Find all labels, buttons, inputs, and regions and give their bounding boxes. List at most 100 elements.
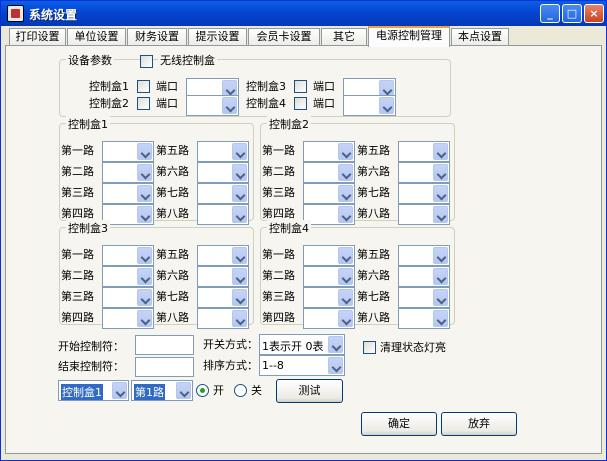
title-bar[interactable]: 系统设置 _ □ ×	[1, 1, 606, 26]
channel-select[interactable]	[102, 245, 154, 266]
tab-power-control[interactable]: 电源控制管理	[368, 26, 450, 47]
minimize-button[interactable]: _	[540, 4, 560, 23]
channel-label: 第四路	[61, 311, 94, 324]
chevron-down-icon	[328, 357, 343, 374]
channel-select[interactable]	[197, 287, 249, 308]
channel-label: 第五路	[156, 144, 189, 157]
channel-label: 第八路	[156, 207, 189, 220]
test-box-select[interactable]: 控制盒1	[58, 380, 129, 401]
on-radio[interactable]	[196, 384, 209, 397]
port-label: 端口	[156, 97, 178, 110]
channel-select[interactable]	[197, 308, 249, 329]
channel-label: 第三路	[61, 186, 94, 199]
chevron-down-icon	[328, 336, 343, 353]
channel-label: 第一路	[262, 144, 295, 157]
start-code-input[interactable]	[135, 335, 194, 355]
channel-select[interactable]	[197, 204, 249, 225]
device-box-checkbox[interactable]	[294, 80, 307, 93]
channel-label: 第三路	[262, 290, 295, 303]
chevron-down-icon	[433, 206, 448, 223]
channel-label: 第二路	[61, 165, 94, 178]
switch-mode-label: 开关方式：	[203, 338, 258, 351]
off-label: 关	[251, 384, 262, 397]
device-box-checkbox[interactable]	[137, 97, 150, 110]
channel-select[interactable]	[102, 287, 154, 308]
cancel-button[interactable]: 放弃	[441, 412, 517, 436]
tab-local[interactable]: 本点设置	[451, 28, 509, 46]
channel-select[interactable]	[398, 287, 450, 308]
channel-label: 第四路	[262, 311, 295, 324]
chevron-down-icon	[433, 310, 448, 327]
tab-finance[interactable]: 财务设置	[127, 28, 187, 46]
tab-unit[interactable]: 单位设置	[67, 28, 126, 46]
chevron-down-icon	[433, 268, 448, 285]
channel-select[interactable]	[197, 141, 249, 162]
chevron-down-icon	[338, 268, 353, 285]
chevron-down-icon	[433, 289, 448, 306]
channel-select[interactable]	[398, 204, 450, 225]
maximize-button[interactable]: □	[562, 4, 582, 23]
channel-select[interactable]	[102, 141, 154, 162]
sort-mode-select[interactable]: 1--8	[259, 355, 345, 376]
chevron-down-icon	[338, 164, 353, 181]
channel-select[interactable]	[303, 287, 355, 308]
chevron-down-icon	[232, 143, 247, 160]
chevron-down-icon	[222, 97, 237, 114]
tab-prompt[interactable]: 提示设置	[188, 28, 247, 46]
wireless-checkbox[interactable]	[140, 55, 153, 68]
test-button[interactable]: 测试	[276, 379, 343, 403]
channel-label: 第七路	[156, 290, 189, 303]
chevron-down-icon	[232, 268, 247, 285]
port-select[interactable]	[343, 95, 396, 116]
channel-select[interactable]	[197, 266, 249, 287]
channel-select[interactable]	[303, 162, 355, 183]
channel-select[interactable]	[398, 141, 450, 162]
chevron-down-icon	[176, 382, 191, 399]
channel-label: 第八路	[357, 311, 390, 324]
channel-select[interactable]	[398, 245, 450, 266]
device-box-label: 控制盒2	[89, 97, 129, 110]
channel-select[interactable]	[398, 308, 450, 329]
test-channel-value: 第1路	[134, 384, 165, 400]
off-radio[interactable]	[234, 384, 247, 397]
channel-label: 第一路	[262, 248, 295, 261]
channel-select[interactable]	[303, 308, 355, 329]
close-button[interactable]: ×	[584, 4, 604, 23]
channel-select[interactable]	[303, 266, 355, 287]
channel-select[interactable]	[398, 266, 450, 287]
clear-status-checkbox[interactable]	[363, 341, 376, 354]
switch-mode-select[interactable]: 1表示开 0表	[259, 334, 345, 355]
clear-status-label: 清理状态灯亮	[380, 341, 446, 354]
chevron-down-icon	[433, 185, 448, 202]
channel-select[interactable]	[197, 162, 249, 183]
tab-print[interactable]: 打印设置	[9, 28, 66, 46]
channel-select[interactable]	[102, 183, 154, 204]
ok-button[interactable]: 确定	[361, 412, 437, 436]
channel-select[interactable]	[197, 183, 249, 204]
channel-select[interactable]	[303, 183, 355, 204]
channel-select[interactable]	[197, 245, 249, 266]
port-select[interactable]	[186, 95, 239, 116]
tab-member-card[interactable]: 会员卡设置	[248, 28, 320, 46]
device-box-checkbox[interactable]	[137, 80, 150, 93]
channel-select[interactable]	[102, 266, 154, 287]
tab-other[interactable]: 其它	[321, 28, 367, 46]
chevron-down-icon	[338, 289, 353, 306]
device-box-checkbox[interactable]	[294, 97, 307, 110]
control-box-group-title: 控制盒2	[267, 116, 311, 132]
channel-select[interactable]	[303, 245, 355, 266]
channel-label: 第一路	[61, 144, 94, 157]
channel-label: 第五路	[357, 144, 390, 157]
channel-select[interactable]	[398, 183, 450, 204]
channel-label: 第六路	[156, 269, 189, 282]
chevron-down-icon	[112, 382, 127, 399]
channel-select[interactable]	[398, 162, 450, 183]
end-code-input[interactable]	[135, 357, 194, 377]
channel-label: 第三路	[262, 186, 295, 199]
sort-mode-value: 1--8	[262, 359, 284, 372]
test-channel-select[interactable]: 第1路	[131, 380, 193, 401]
channel-select[interactable]	[102, 162, 154, 183]
channel-select[interactable]	[102, 308, 154, 329]
sort-mode-label: 排序方式：	[203, 359, 258, 372]
channel-select[interactable]	[303, 141, 355, 162]
